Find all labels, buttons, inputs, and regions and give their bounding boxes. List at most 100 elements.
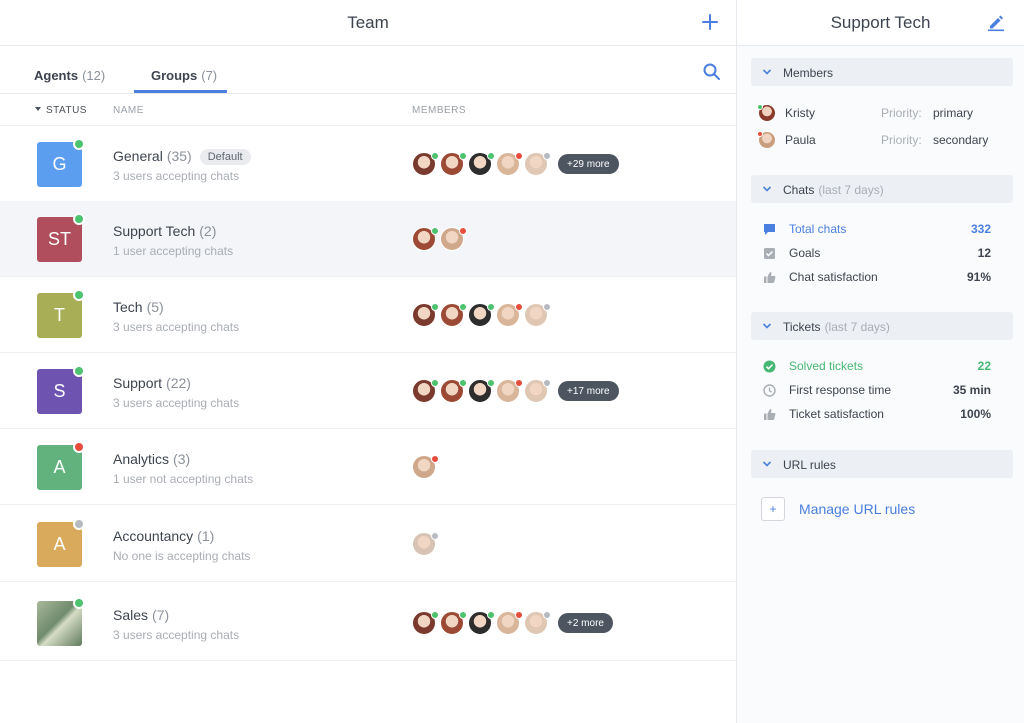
members-avatars <box>412 531 440 557</box>
avatar[interactable] <box>412 611 439 635</box>
members-section-header[interactable]: Members <box>751 58 1013 86</box>
avatar[interactable] <box>440 152 467 176</box>
status-dot <box>431 611 439 619</box>
group-count: (22) <box>166 375 191 391</box>
detail-header: Support Tech <box>737 0 1024 46</box>
avatar[interactable] <box>468 303 495 327</box>
search-button[interactable] <box>702 62 722 82</box>
group-name: Support <box>113 375 163 391</box>
more-members-button[interactable]: +29 more <box>558 154 619 174</box>
team-header: Team <box>0 0 736 46</box>
tab-groups-count: (7) <box>201 68 218 83</box>
avatar[interactable] <box>412 227 439 251</box>
avatar[interactable] <box>440 379 467 403</box>
member-name: Paula <box>785 133 816 147</box>
avatar[interactable] <box>412 152 439 176</box>
group-row[interactable]: T Tech (5) 3 users accepting chats <box>0 277 736 353</box>
group-name-line: Tech (5) <box>113 299 164 315</box>
status-dot <box>543 611 551 619</box>
status-dot <box>757 104 763 110</box>
avatar[interactable] <box>496 303 523 327</box>
avatar[interactable] <box>524 152 551 176</box>
status-dot <box>459 379 467 387</box>
avatar[interactable] <box>412 532 439 556</box>
add-group-button[interactable] <box>698 10 722 34</box>
avatar[interactable] <box>468 611 495 635</box>
tickets-section-header[interactable]: Tickets (last 7 days) <box>751 312 1013 340</box>
status-dot <box>515 611 523 619</box>
group-row[interactable]: S Support (22) 3 users accepting chats +17 m… <box>0 353 736 429</box>
url-rules-section-header[interactable]: URL rules <box>751 450 1013 478</box>
group-name-line: Analytics (3) <box>113 451 190 467</box>
avatar[interactable] <box>412 455 439 479</box>
avatar[interactable] <box>440 303 467 327</box>
group-row[interactable]: ST Support Tech (2) 1 user accepting chats <box>0 201 736 277</box>
stat-value: 91% <box>966 270 991 284</box>
avatar[interactable] <box>524 611 551 635</box>
members-column-header: MEMBERS <box>412 105 467 116</box>
status-dot <box>73 365 85 377</box>
status-dot <box>515 152 523 160</box>
ticket-satisfaction-row[interactable]: Ticket satisfaction 100% <box>763 406 991 424</box>
avatar[interactable] <box>468 379 495 403</box>
goals-row[interactable]: Goals 12 <box>763 245 991 263</box>
group-count: (35) <box>166 148 192 164</box>
avatar[interactable] <box>496 152 523 176</box>
avatar[interactable] <box>496 611 523 635</box>
chat-satisfaction-row[interactable]: Chat satisfaction 91% <box>763 269 991 287</box>
priority-value: secondary <box>933 133 989 147</box>
group-row[interactable]: Sales (7) 3 users accepting chats +2 more <box>0 585 736 661</box>
first-response-row[interactable]: First response time 35 min <box>763 382 991 400</box>
thumbs-up-icon <box>764 409 776 420</box>
priority-value: primary <box>933 106 974 120</box>
chats-section-header[interactable]: Chats (last 7 days) <box>751 175 1013 203</box>
avatar[interactable] <box>468 152 495 176</box>
status-dot <box>757 131 763 137</box>
member-row[interactable]: Paula Priority: secondary <box>757 131 1009 151</box>
avatar[interactable] <box>496 379 523 403</box>
avatar[interactable] <box>440 227 467 251</box>
status-column-label: STATUS <box>46 105 87 116</box>
tab-agents[interactable]: Agents (12) <box>34 68 105 83</box>
group-name: Accountancy <box>113 528 194 544</box>
group-detail-panel: Support Tech Members Kristy Priority: pr… <box>736 0 1024 723</box>
more-members-button[interactable]: +17 more <box>558 381 619 401</box>
chevron-down-icon <box>762 461 772 467</box>
stat-label: First response time <box>789 383 892 397</box>
plus-icon <box>702 14 718 30</box>
status-dot <box>73 289 85 301</box>
stat-label: Ticket satisfaction <box>789 407 884 421</box>
status-dot <box>73 518 85 530</box>
edit-group-button[interactable] <box>986 12 1006 32</box>
avatar[interactable] <box>524 303 551 327</box>
member-row[interactable]: Kristy Priority: primary <box>757 104 1009 124</box>
status-column-header[interactable]: STATUS <box>34 105 87 116</box>
stat-value: 12 <box>977 246 991 260</box>
members-avatars: +17 more <box>412 378 619 404</box>
avatar[interactable] <box>412 303 439 327</box>
group-row[interactable]: A Accountancy (1) No one is accepting chats <box>0 506 736 582</box>
url-rules-section-label: URL rules <box>783 458 836 472</box>
more-members-button[interactable]: +2 more <box>558 613 613 633</box>
group-status-text: 3 users accepting chats <box>113 169 240 183</box>
thumbs-up-icon <box>764 272 776 283</box>
group-row[interactable]: A Analytics (3) 1 user not accepting chats <box>0 429 736 505</box>
solved-tickets-row[interactable]: Solved tickets 22 <box>763 358 991 376</box>
priority-label: Priority: <box>881 106 922 120</box>
members-avatars: +2 more <box>412 610 613 636</box>
chat-bubble-icon <box>764 224 775 235</box>
group-row[interactable]: G General (35) Default 3 users accepting cha… <box>0 126 736 202</box>
priority-label: Priority: <box>881 133 922 147</box>
avatar[interactable] <box>440 611 467 635</box>
total-chats-row[interactable]: Total chats 332 <box>763 221 991 239</box>
group-status-text: 3 users accepting chats <box>113 396 240 410</box>
avatar[interactable] <box>412 379 439 403</box>
tab-agents-count: (12) <box>82 68 106 83</box>
avatar[interactable] <box>524 379 551 403</box>
status-dot <box>543 303 551 311</box>
members-avatars <box>412 226 468 252</box>
status-dot <box>487 611 495 619</box>
group-name: Sales <box>113 607 149 623</box>
avatar <box>757 104 775 121</box>
tab-groups[interactable]: Groups (7) <box>151 68 217 83</box>
